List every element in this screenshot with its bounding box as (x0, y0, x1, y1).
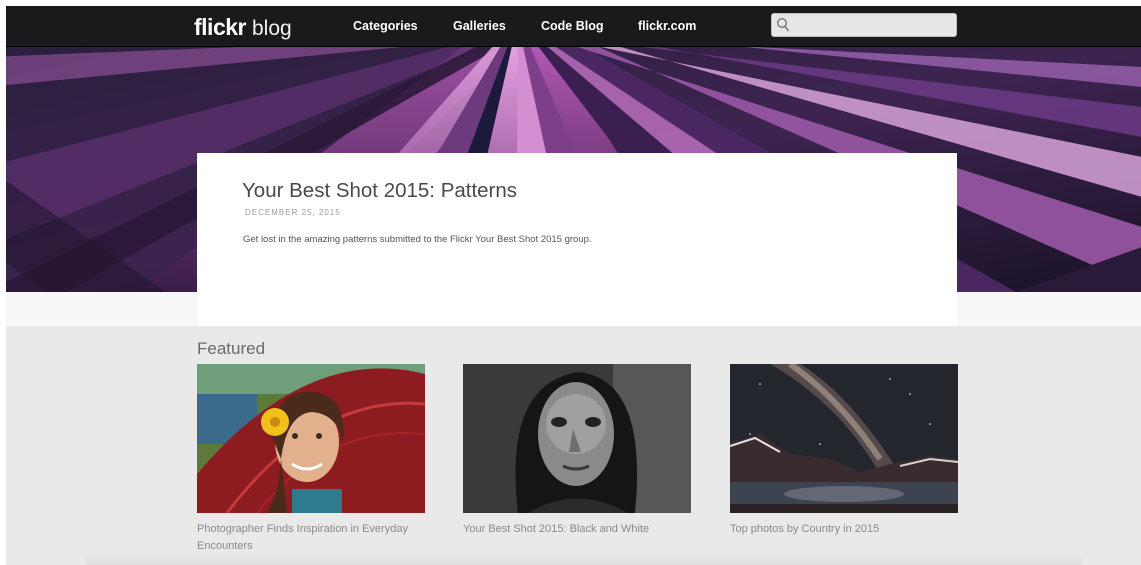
featured-post-card[interactable]: Your Best Shot 2015: Patterns DECEMBER 2… (197, 153, 957, 326)
featured-caption[interactable]: Photographer Finds Inspiration in Everyd… (197, 521, 417, 555)
post-summary: Get lost in the amazing patterns submitt… (243, 234, 592, 245)
portrait-photo-red-umbrella (197, 364, 425, 513)
featured-thumbnail[interactable] (197, 364, 425, 513)
search-input[interactable] (794, 16, 956, 36)
featured-thumbnail[interactable] (463, 364, 691, 513)
featured-card[interactable]: Your Best Shot 2015: Black and White (463, 364, 691, 538)
bottom-divider (86, 555, 1082, 565)
nav-galleries[interactable]: Galleries (453, 19, 506, 33)
logo-wordmark: flickr (194, 14, 246, 40)
post-title[interactable]: Your Best Shot 2015: Patterns (242, 179, 517, 203)
logo-suffix: blog (251, 17, 292, 40)
featured-thumbnail[interactable] (730, 364, 958, 513)
nav-code-blog[interactable]: Code Blog (541, 19, 604, 33)
top-navigation-bar: flickr blog Categories Galleries Code Bl… (6, 6, 1141, 47)
milky-way-landscape-photo (730, 364, 958, 513)
featured-card[interactable]: Top photos by Country in 2015 (730, 364, 958, 538)
nav-flickr-com[interactable]: flickr.com (638, 19, 696, 33)
post-date: DECEMBER 25, 2015 (245, 208, 341, 217)
featured-caption[interactable]: Your Best Shot 2015: Black and White (463, 521, 683, 538)
search-icon (776, 17, 790, 32)
flickr-blog-logo[interactable]: flickr blog (194, 14, 292, 40)
search-box[interactable] (771, 13, 957, 37)
nav-categories[interactable]: Categories (353, 19, 418, 33)
featured-caption[interactable]: Top photos by Country in 2015 (730, 521, 950, 538)
featured-card[interactable]: Photographer Finds Inspiration in Everyd… (197, 364, 425, 555)
page-frame: flickr blog Categories Galleries Code Bl… (6, 6, 1141, 565)
black-white-portrait-photo (463, 364, 691, 513)
featured-heading: Featured (197, 339, 266, 358)
